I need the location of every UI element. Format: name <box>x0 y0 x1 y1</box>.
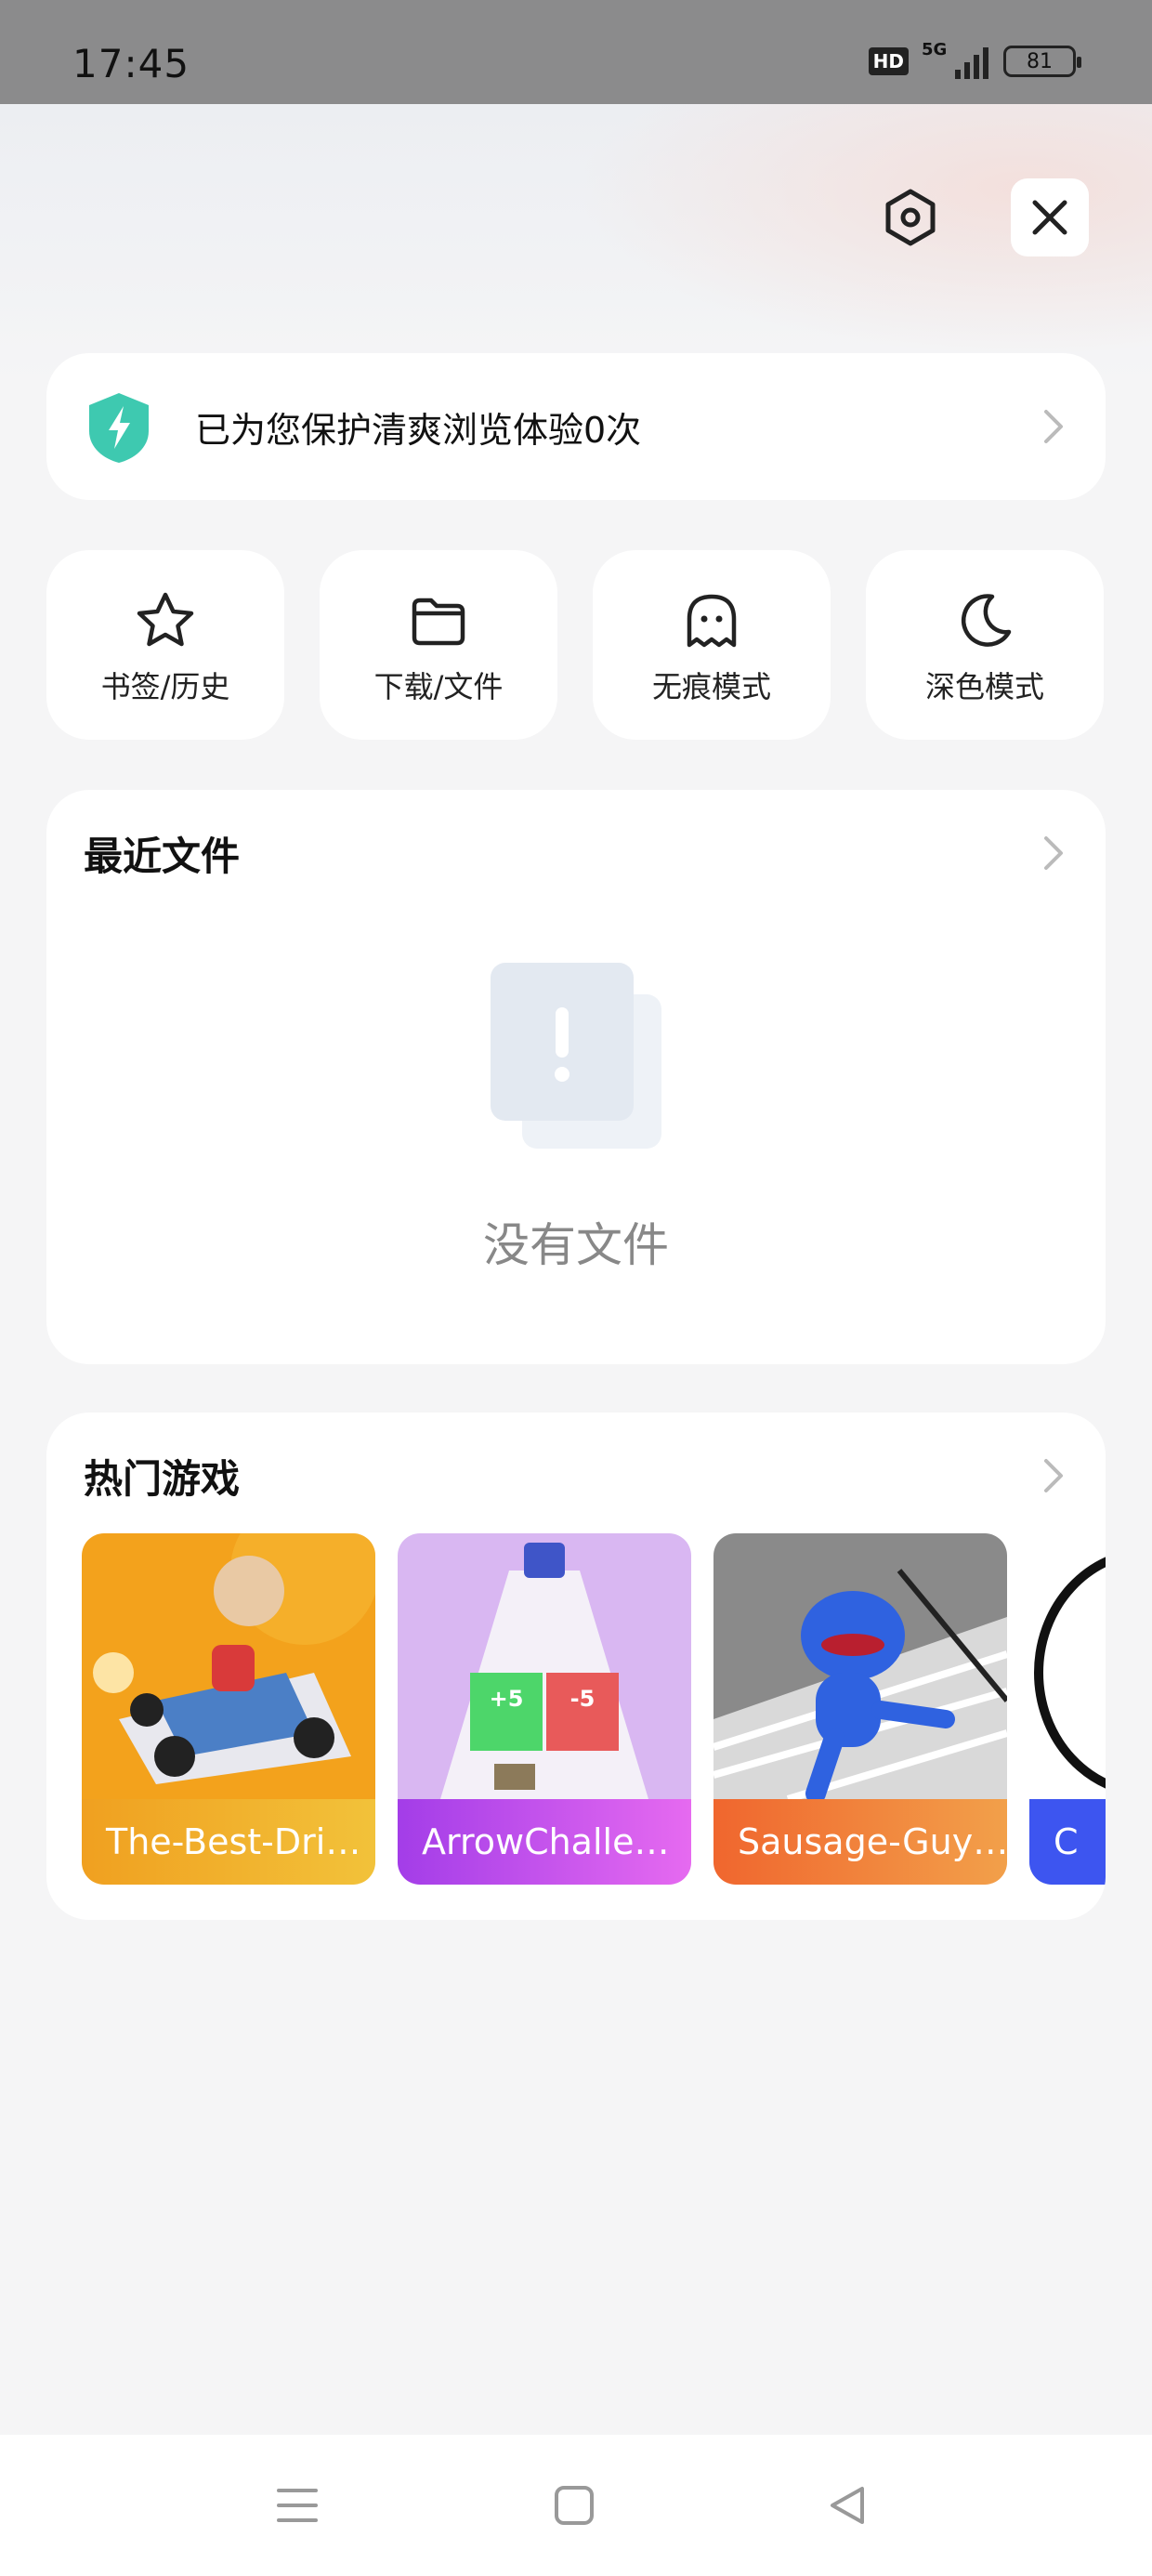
menu-icon <box>277 2489 318 2522</box>
hot-games-card: 热门游戏 The-Best-Dri… +5 -5 ArrowChalle… Sa… <box>46 1413 1106 1920</box>
quick-incognito-mode[interactable]: 无痕模式 <box>593 550 831 740</box>
game-thumbnail-image <box>1029 1533 1106 1799</box>
game-thumbnail-image: +5 -5 <box>398 1533 691 1799</box>
quick-dark-mode[interactable]: 深色模式 <box>866 550 1104 740</box>
close-icon <box>1032 200 1067 235</box>
moon-icon <box>961 594 1012 647</box>
status-icons: HD 5G 81 <box>868 40 1081 80</box>
recent-files-card: 最近文件 没有文件 <box>46 790 1106 1364</box>
network-label: 5G <box>922 40 948 59</box>
empty-files-text: 没有文件 <box>483 1218 669 1272</box>
recent-files-title: 最近文件 <box>84 834 241 879</box>
svg-text:+5: +5 <box>490 1686 524 1712</box>
empty-document-icon <box>491 963 661 1149</box>
settings-button[interactable] <box>871 178 949 256</box>
game-tile[interactable]: C <box>1029 1533 1106 1885</box>
game-label: ArrowChalle… <box>398 1799 691 1885</box>
game-label: C <box>1029 1799 1106 1885</box>
5g-signal-icon: 5G <box>922 40 988 79</box>
chevron-right-icon[interactable] <box>1041 1457 1067 1494</box>
chevron-right-icon[interactable] <box>1041 835 1067 872</box>
chevron-right-icon <box>1044 410 1063 443</box>
battery-icon: 81 <box>1003 46 1081 77</box>
quick-downloads-files[interactable]: 下载/文件 <box>320 550 557 740</box>
system-nav-bar <box>0 2435 1152 2576</box>
ghost-icon <box>687 594 737 648</box>
folder-icon <box>412 598 465 646</box>
game-label: Sausage-Guy… <box>713 1799 1007 1885</box>
quick-bookmarks-history[interactable]: 书签/历史 <box>46 550 284 740</box>
protection-text: 已为您保护清爽浏览体验0次 <box>195 410 642 451</box>
game-label: The-Best-Dri… <box>82 1799 375 1885</box>
back-triangle-icon <box>831 2487 864 2524</box>
game-tile[interactable]: +5 -5 ArrowChalle… <box>398 1533 691 1885</box>
nav-back-button[interactable] <box>810 2477 884 2533</box>
game-tile[interactable]: The-Best-Dri… <box>82 1533 375 1885</box>
home-square-icon <box>555 2486 594 2525</box>
protection-banner[interactable]: 已为您保护清爽浏览体验0次 <box>46 353 1106 500</box>
status-bar: 17:45 HD 5G 81 <box>0 0 1152 104</box>
hd-icon: HD <box>868 47 909 75</box>
hot-games-title: 热门游戏 <box>84 1456 241 1502</box>
game-thumbnail-image <box>82 1533 375 1799</box>
star-icon <box>137 592 194 647</box>
svg-text:-5: -5 <box>570 1686 596 1712</box>
close-button[interactable] <box>1011 178 1089 256</box>
nav-home-button[interactable] <box>537 2477 611 2533</box>
settings-icon <box>885 189 936 246</box>
quick-label: 无痕模式 <box>651 669 771 704</box>
battery-level: 81 <box>1027 49 1053 73</box>
status-time: 17:45 <box>72 41 190 86</box>
quick-label: 书签/历史 <box>100 669 230 704</box>
nav-menu-button[interactable] <box>260 2477 334 2533</box>
quick-label: 深色模式 <box>924 669 1044 704</box>
game-thumbnail-image <box>713 1533 1007 1799</box>
quick-label: 下载/文件 <box>373 669 504 704</box>
game-tile[interactable]: Sausage-Guy… <box>713 1533 1007 1885</box>
shield-bolt-icon <box>89 393 149 463</box>
quick-actions: 书签/历史 下载/文件 无痕模式 深色模式 <box>46 550 1106 740</box>
